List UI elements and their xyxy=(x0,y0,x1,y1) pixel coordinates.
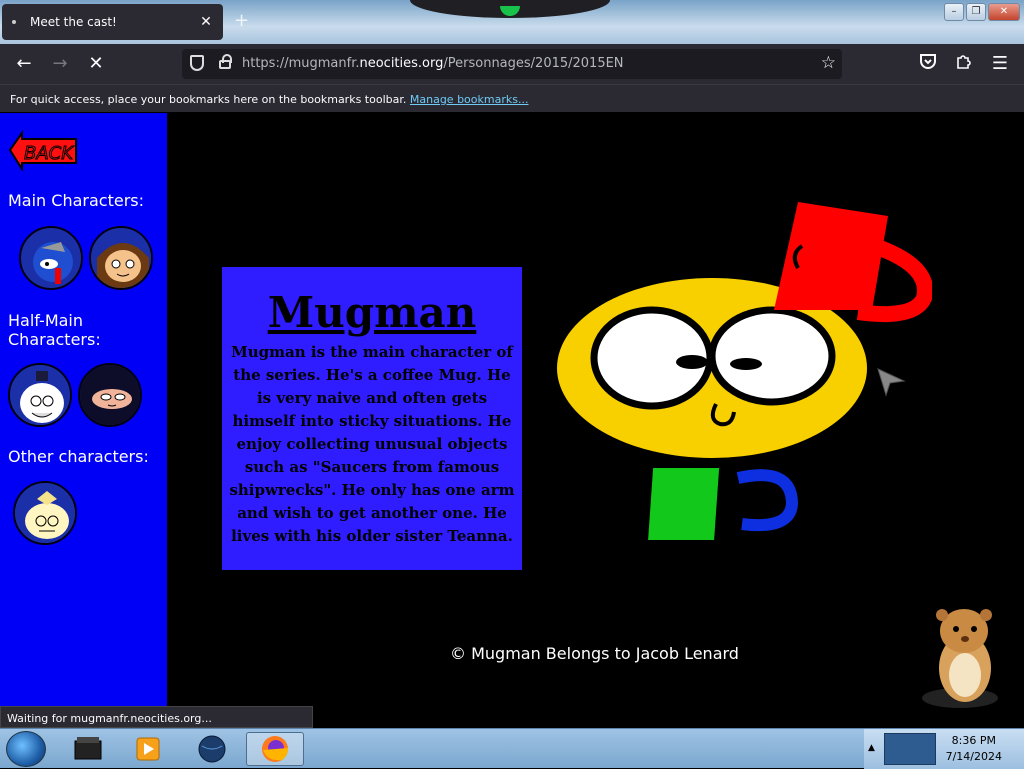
character-avatar-other[interactable] xyxy=(13,481,77,545)
navigation-toolbar: ← → ✕ https://mugmanfr.neocities.org/Per… xyxy=(0,44,1024,84)
pocket-icon[interactable] xyxy=(916,52,940,76)
character-avatar-professor[interactable] xyxy=(8,363,72,427)
character-sidebar: BACK Main Characters: Half-Main Characte… xyxy=(0,113,167,728)
bookmark-star-icon[interactable]: ☆ xyxy=(821,53,836,73)
character-avatar-masked[interactable] xyxy=(78,363,142,427)
manage-bookmarks-link[interactable]: Manage bookmarks... xyxy=(410,93,529,106)
main-characters-heading: Main Characters: xyxy=(8,191,144,210)
taskbar-app-media-player[interactable] xyxy=(122,732,174,766)
hamster-gif-decoration xyxy=(922,609,998,708)
back-label: BACK xyxy=(24,143,74,164)
mugman-illustration xyxy=(557,202,932,540)
system-clock[interactable]: 8:36 PM 7/14/2024 xyxy=(946,733,1002,765)
menu-hamburger-icon[interactable]: ☰ xyxy=(988,52,1012,76)
forward-arrow-icon[interactable]: → xyxy=(48,52,72,76)
new-tab-button[interactable]: + xyxy=(234,10,249,31)
restore-button[interactable]: ❐ xyxy=(966,3,986,21)
bookmarks-toolbar: For quick access, place your bookmarks h… xyxy=(0,84,1024,112)
tray-network-icon[interactable] xyxy=(884,733,936,765)
browser-tab[interactable]: Meet the cast! ✕ xyxy=(2,4,223,40)
character-avatar-teanna[interactable] xyxy=(89,226,153,290)
tray-expand-icon[interactable]: ▲ xyxy=(868,743,875,753)
back-link-button[interactable]: BACK xyxy=(8,129,78,171)
window-close-button[interactable]: ✕ xyxy=(988,3,1020,21)
minimize-button[interactable]: – xyxy=(944,3,964,21)
back-arrow-icon[interactable]: ← xyxy=(12,52,36,76)
half-main-characters-heading: Half-Main Characters: xyxy=(8,311,101,349)
tab-title: Meet the cast! xyxy=(30,15,117,29)
window-titlebar: Meet the cast! ✕ + – ❐ ✕ xyxy=(0,0,1024,44)
url-text[interactable]: https://mugmanfr.neocities.org/Personnag… xyxy=(242,56,624,71)
windows-taskbar: ▲ 8:36 PM 7/14/2024 xyxy=(0,728,1024,769)
stop-loading-icon[interactable]: ✕ xyxy=(84,52,108,76)
other-characters-heading: Other characters: xyxy=(8,447,149,466)
taskbar-app-console[interactable] xyxy=(62,732,114,766)
clock-time: 8:36 PM xyxy=(951,734,996,747)
system-tray: ▲ 8:36 PM 7/14/2024 xyxy=(864,729,1024,769)
window-controls: – ❐ ✕ xyxy=(944,3,1020,21)
theme-notch-decoration xyxy=(410,0,610,18)
copyright-credit: © Mugman Belongs to Jacob Lenard xyxy=(450,644,739,663)
character-name-heading: Mugman xyxy=(267,288,477,337)
tab-close-icon[interactable]: ✕ xyxy=(195,14,217,30)
start-button[interactable] xyxy=(6,731,46,767)
character-info-box: Mugman Mugman is the main character of t… xyxy=(222,267,522,570)
taskbar-app-firefox[interactable] xyxy=(246,732,304,766)
character-avatar-mugman[interactable] xyxy=(19,226,83,290)
address-bar[interactable]: https://mugmanfr.neocities.org/Personnag… xyxy=(182,49,842,79)
extensions-icon[interactable] xyxy=(952,52,976,76)
tracking-shield-icon[interactable] xyxy=(190,55,204,71)
taskbar-app-globe[interactable] xyxy=(186,732,238,766)
character-description: Mugman is the main character of the seri… xyxy=(229,343,515,545)
web-page: BACK Main Characters: Half-Main Characte… xyxy=(0,113,1024,728)
bookmarks-hint-text: For quick access, place your bookmarks h… xyxy=(10,93,407,106)
loading-status-bar: Waiting for mugmanfr.neocities.org... xyxy=(0,706,313,728)
lock-icon[interactable] xyxy=(219,54,232,69)
clock-date: 7/14/2024 xyxy=(945,750,1002,763)
mouse-cursor-icon xyxy=(877,368,906,397)
loading-dot-icon xyxy=(12,20,16,24)
